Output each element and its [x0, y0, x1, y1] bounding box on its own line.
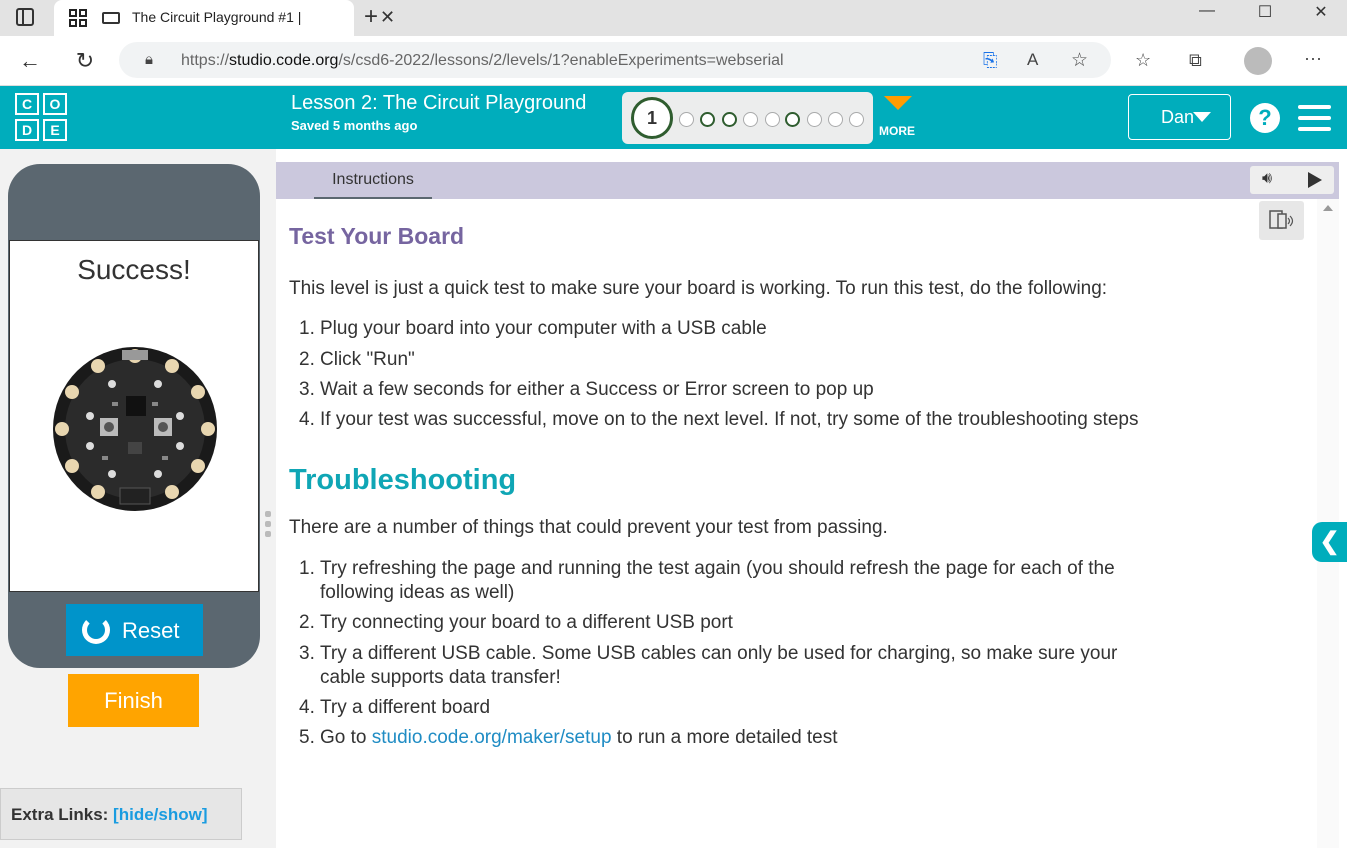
- troubleshooting-intro: There are a number of things that could …: [289, 517, 888, 538]
- immersive-reader-button[interactable]: [1259, 201, 1304, 240]
- extra-links-bar: Extra Links: [hide/show]: [0, 788, 242, 840]
- level-dot[interactable]: [807, 112, 822, 127]
- help-icon[interactable]: ?: [1250, 103, 1280, 133]
- logo-letter: D: [15, 119, 39, 141]
- favorite-add-icon[interactable]: ☆: [1071, 49, 1088, 72]
- text-to-speech-controls: 🔊︎: [1250, 166, 1334, 194]
- finish-button[interactable]: Finish: [68, 674, 199, 727]
- speaker-icon[interactable]: 🔊︎: [1262, 170, 1272, 188]
- resize-handle[interactable]: [265, 511, 271, 537]
- level-dot[interactable]: [785, 112, 800, 127]
- tab-title: The Circuit Playground #1 |: [132, 9, 302, 25]
- play-icon[interactable]: [1308, 172, 1322, 188]
- lesson-title[interactable]: Lesson 2: The Circuit Playground: [291, 92, 586, 115]
- window-close-icon[interactable]: ✕: [1292, 2, 1347, 32]
- app-screen: Success!: [9, 240, 259, 592]
- collapse-panel-chevron-icon[interactable]: ❮: [1312, 522, 1347, 562]
- url-text[interactable]: https://studio.code.org/s/csd6-2022/less…: [181, 52, 784, 70]
- level-dot[interactable]: [828, 112, 843, 127]
- user-name: Dan: [1161, 107, 1195, 127]
- code-org-logo[interactable]: C O D E: [15, 93, 69, 143]
- address-bar: ← ↻ 🔒︎ https://studio.code.org/s/csd6-20…: [0, 36, 1347, 86]
- caret-down-icon: [1193, 112, 1211, 122]
- heading-test-your-board: Test Your Board: [289, 223, 465, 249]
- profile-avatar[interactable]: [1244, 47, 1272, 75]
- collections-icon[interactable]: ⧉: [1189, 50, 1202, 71]
- lock-icon[interactable]: 🔒︎: [145, 51, 153, 68]
- minimize-icon[interactable]: —: [1178, 2, 1236, 32]
- webserial-icon: [102, 12, 120, 24]
- app-available-icon[interactable]: ⎘: [983, 50, 997, 71]
- level-progress: 1: [622, 92, 873, 144]
- url-field[interactable]: 🔒︎ https://studio.code.org/s/csd6-2022/l…: [119, 42, 1111, 78]
- hamburger-menu-icon[interactable]: [1298, 105, 1331, 131]
- current-level-bubble[interactable]: 1: [631, 97, 673, 139]
- more-label[interactable]: MORE: [879, 124, 915, 138]
- more-options-icon[interactable]: ···: [1304, 48, 1322, 69]
- visualization-panel: Success! Reset Finish Extra Links: [hide…: [0, 149, 276, 848]
- active-tab[interactable]: The Circuit Playground #1 | ✕: [54, 0, 395, 36]
- logo-letter: C: [15, 93, 39, 115]
- level-dot[interactable]: [700, 112, 715, 127]
- favorites-icon[interactable]: ☆: [1135, 50, 1151, 71]
- circuit-playground-board-image: [52, 346, 218, 517]
- immersive-reader-icon: [1269, 210, 1294, 229]
- user-menu-button[interactable]: Dan: [1128, 94, 1231, 140]
- reset-icon: [82, 616, 110, 644]
- level-dot[interactable]: [722, 112, 737, 127]
- browser-tab-bar: The Circuit Playground #1 | ✕ + — ☐ ✕: [0, 0, 1347, 36]
- close-tab-icon[interactable]: ✕: [380, 7, 395, 28]
- more-chevron-icon[interactable]: [884, 96, 912, 110]
- maximize-icon[interactable]: ☐: [1236, 2, 1294, 32]
- instructions-tab-bar: Instructions 🔊︎: [276, 162, 1339, 199]
- level-dot[interactable]: [679, 112, 694, 127]
- heading-troubleshooting: Troubleshooting: [289, 464, 517, 496]
- saved-status: Saved 5 months ago: [291, 118, 418, 133]
- read-aloud-icon[interactable]: A: [1027, 50, 1038, 70]
- new-tab-icon[interactable]: +: [364, 3, 378, 31]
- extra-links-toggle[interactable]: [hide/show]: [113, 805, 207, 824]
- reset-button[interactable]: Reset: [66, 604, 203, 656]
- tab-instructions[interactable]: Instructions: [314, 162, 432, 199]
- success-message: Success!: [77, 254, 191, 285]
- tab-actions-icon[interactable]: [16, 8, 34, 26]
- level-dot[interactable]: [743, 112, 758, 127]
- logo-letter: O: [43, 93, 67, 115]
- scroll-up-arrow-icon[interactable]: [1323, 205, 1333, 211]
- maker-setup-link[interactable]: studio.code.org/maker/setup: [372, 727, 612, 748]
- reset-label: Reset: [122, 618, 180, 643]
- extra-links-label: Extra Links:: [11, 805, 109, 824]
- code-org-header: C O D E Lesson 2: The Circuit Playground…: [0, 86, 1347, 149]
- level-dot[interactable]: [765, 112, 780, 127]
- refresh-icon[interactable]: ↻: [71, 48, 99, 74]
- logo-letter: E: [43, 119, 67, 141]
- back-icon[interactable]: ←: [16, 48, 44, 74]
- code-org-favicon-icon: [69, 9, 87, 27]
- phone-frame: Success! Reset: [8, 164, 260, 668]
- level-dot[interactable]: [849, 112, 864, 127]
- intro-paragraph: This level is just a quick test to make …: [289, 278, 1108, 299]
